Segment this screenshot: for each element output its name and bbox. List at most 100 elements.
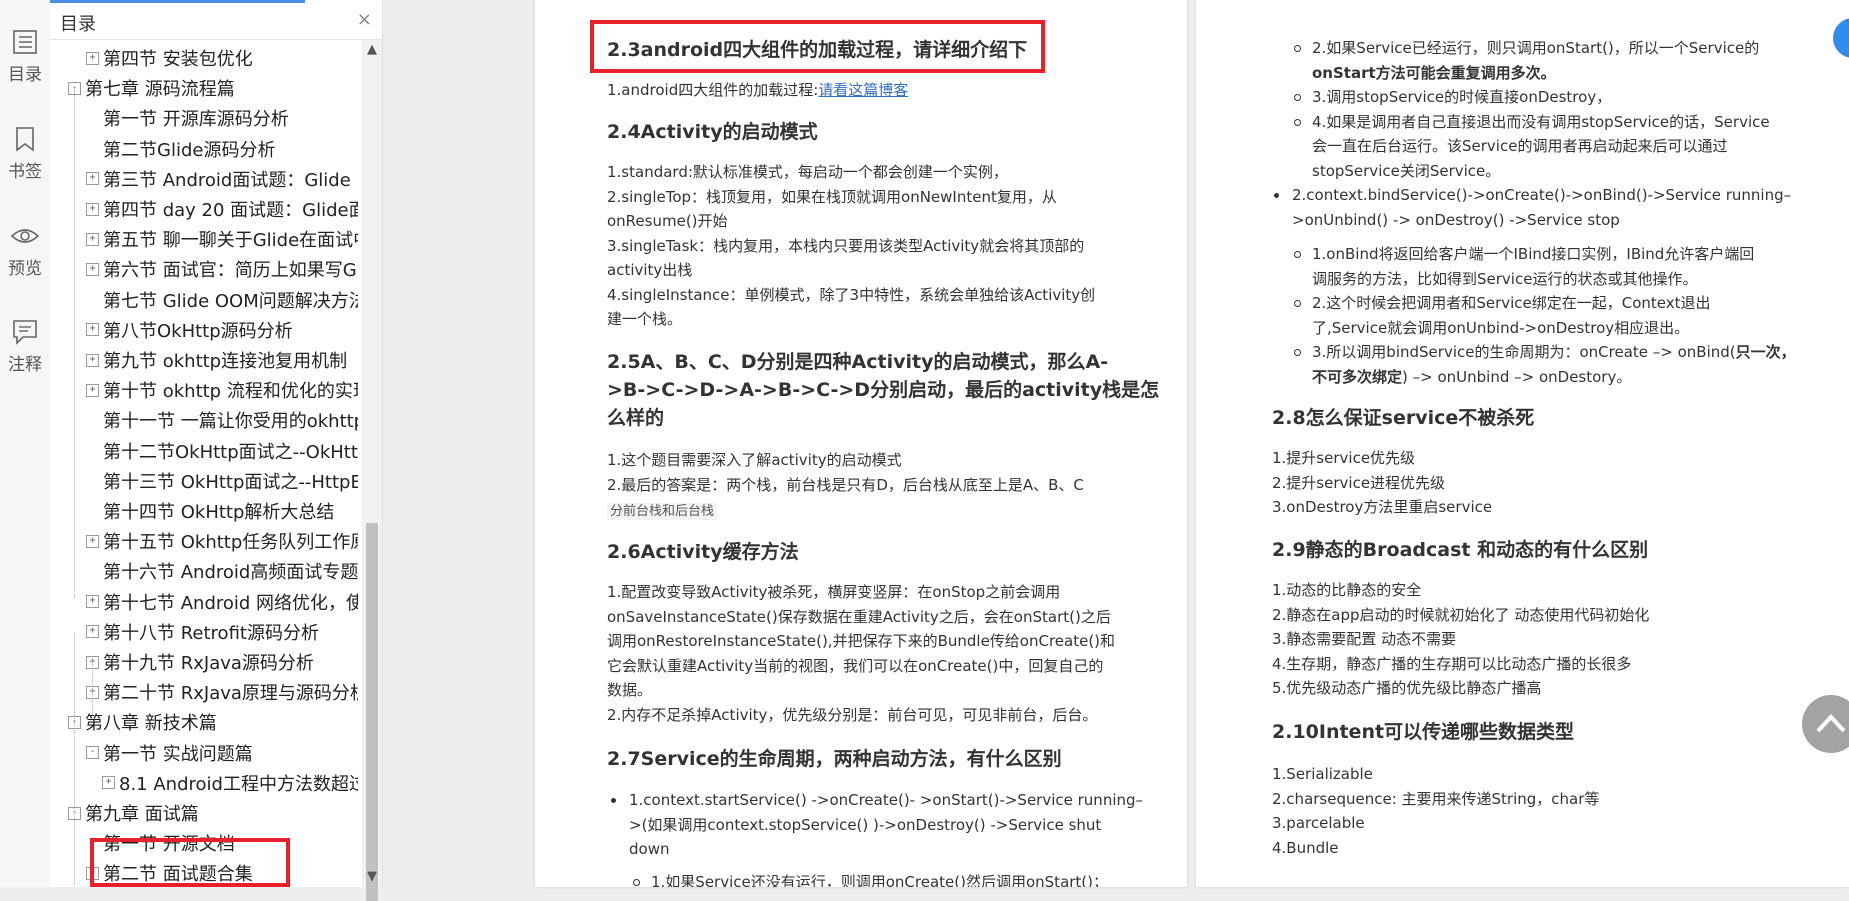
outline-item-label: 第十五节 Okhttp任务队列工作原理 (103, 532, 358, 554)
text-line: 调用onRestoreInstanceState(),并把保存下来的Bundle… (607, 632, 1116, 650)
text-line: 3.singleTask：栈内复用，本栈内只要用该类型Activity就会将其顶… (607, 236, 1085, 255)
outline-item[interactable]: + 第二节 面试题合集 (86, 860, 358, 887)
list-item: 4.如果是调用者自己直接退出而没有调用stopService的话，Service… (1290, 110, 1810, 184)
outline-item-label: 第八章 新技术篇 (85, 713, 217, 735)
text-line: activity出栈 (607, 261, 693, 279)
outline-item[interactable]: 第十二节OkHttp面试之--OkHttp的整个异步请求流程 (86, 438, 358, 468)
outline-scrollbar[interactable]: ▲ ▼ (362, 40, 382, 901)
service-start-list: 2.如果Service已经运行，则只调用onStart()，所以一个Servic… (1290, 36, 1810, 183)
list-item: 2.这个时候会把调用者和Service绑定在一起，Context退出 了,Serv… (1290, 291, 1810, 340)
outline-item[interactable]: + 第十九节 RxJava源码分析 (86, 649, 358, 679)
outline-item-label: 第二节 面试题合集 (103, 864, 253, 886)
outline-item[interactable]: + 第二十节 RxJava原理与源码分析 (86, 679, 358, 709)
outline-item-label: 第五节 聊一聊关于Glide在面试中的那些事 (103, 230, 358, 252)
outline-item[interactable]: 第一节 开源文档 (86, 830, 358, 860)
expand-icon[interactable]: + (86, 202, 99, 216)
sub-list: 1.onBind将返回给客户端一个IBind接口实例，IBind允许客户端回 调服… (1290, 242, 1810, 389)
outline-item[interactable]: 第十四节 OkHttp解析大总结 (86, 498, 358, 528)
expand-icon[interactable]: + (86, 866, 99, 880)
text-line: 1.Serializable (1272, 765, 1373, 783)
collapse-icon[interactable]: - (86, 746, 99, 760)
blog-link[interactable]: 请看这篇博客 (818, 81, 908, 99)
outline-item-label: 第七节 Glide OOM问题解决方法汇总 (103, 290, 358, 312)
outline-item-label: 第十一节 一篇让你受用的okhttp分析 (103, 411, 358, 433)
scroll-up-icon[interactable]: ▲ (362, 40, 382, 60)
outline-item[interactable]: + 第四节 day 20 面试题：Glide面试题 (86, 196, 358, 226)
bookmark-tab[interactable]: 书签 (0, 125, 50, 182)
outline-item[interactable]: + 第三节 Android面试题：Glide (86, 166, 358, 196)
text-line: 1.这个题目需要深入了解activity的启动模式 (607, 451, 902, 469)
expand-icon[interactable]: + (86, 51, 99, 65)
outline-item[interactable]: + 第十七节 Android 网络优化，使用 HTTPDNS 优化 DNS (86, 589, 358, 619)
text-line: 4.Bundle (1272, 838, 1339, 857)
text-line: 5.优先级动态广播的优先级比静态广播高 (1272, 679, 1542, 697)
expand-icon[interactable]: + (86, 232, 99, 246)
scroll-down-icon[interactable]: ▼ (362, 867, 382, 887)
text-line: down (629, 840, 670, 858)
outline-item[interactable]: + 第五节 聊一聊关于Glide在面试中的那些事 (86, 226, 358, 256)
outline-item[interactable]: 第一节 开源库源码分析 (86, 105, 358, 135)
outline-item[interactable]: + 第十八节 Retrofit源码分析 (86, 619, 358, 649)
outline-item-label: 第六节 面试官：简历上如果写Glide，请注意 (103, 260, 358, 282)
text-line: 2.如果Service已经运行，则只调用onStart()，所以一个Servic… (1312, 39, 1760, 57)
outline-item-label: 第三节 Android面试题：Glide (103, 169, 351, 191)
outline-item[interactable]: 第十一节 一篇让你受用的okhttp分析 (86, 407, 358, 437)
expand-icon[interactable]: + (86, 262, 99, 276)
outline-item-label: 第一节 开源文档 (103, 834, 235, 856)
outline-item[interactable]: 第十六节 Android高频面试专题 - 架构篇 (86, 558, 358, 588)
outline-item-label: 第四节 day 20 面试题：Glide面试题 (103, 200, 358, 221)
text-line: >onUnbind() -> onDestroy() ->Service sto… (1292, 210, 1620, 229)
code-note: 分前台栈和后台栈 (607, 503, 718, 520)
text-line: 2.最后的答案是：两个栈，前台栈是只有D，后台栈从底至上是A、B、C (607, 475, 1084, 494)
outline-item[interactable]: - 第八章 新技术篇 (68, 709, 358, 739)
outline-item-label: 第一节 实战问题篇 (103, 743, 253, 765)
outline-item[interactable]: - 第七章 源码流程篇 (68, 75, 358, 105)
text-line: 1.standard:默认标准模式，每启动一个都会创建一个实例， (607, 163, 1008, 181)
back-to-top-button[interactable] (1802, 695, 1849, 753)
outline-item[interactable]: - 第一节 实战问题篇 (86, 740, 358, 770)
outline-item[interactable]: + 第十节 okhttp 流程和优化的实现 (86, 377, 358, 407)
text-line: 2.context.bindService()->onCreate()->onB… (1292, 186, 1792, 204)
expand-icon[interactable]: + (86, 353, 99, 367)
outline-item[interactable]: + 第八节OkHttp源码分析 (86, 317, 358, 347)
outline-item[interactable]: + 第九节 okhttp连接池复用机制 (86, 347, 358, 377)
outline-panel: 目录 × + 第四节 安装包优化 - 第七章 源码流程篇 第一节 开源库源码分析 第二节G… (50, 0, 383, 901)
outline-item[interactable]: 第十三节 OkHttp面试之--HttpEngine中的sendRequest方… (86, 468, 358, 498)
expand-icon[interactable]: + (86, 172, 99, 186)
list-item: 1.context.startService() ->onCreate()- >… (607, 788, 1167, 862)
expand-icon[interactable]: + (102, 776, 115, 790)
outline-item[interactable]: + 第四节 安装包优化 (86, 45, 358, 75)
outline-item[interactable]: + 第十五节 Okhttp任务队列工作原理 (86, 528, 358, 558)
toc-icon (13, 30, 37, 54)
expand-icon[interactable]: + (86, 323, 99, 337)
toc-tab[interactable]: 目录 (0, 28, 50, 85)
para-2-3-text: 1.android四大组件的加载过程: (607, 81, 819, 99)
text-line: 么样的 (607, 407, 665, 429)
tree-guide-line (74, 632, 75, 717)
text-line: 2.提升service进程优先级 (1272, 473, 1446, 492)
chevron-up-icon (1816, 714, 1846, 733)
close-icon[interactable]: × (357, 9, 372, 30)
outline-item[interactable]: 第二节Glide源码分析 (86, 136, 358, 166)
para-2-4: 1.standard:默认标准模式，每启动一个都会创建一个实例， 2.single… (607, 160, 1095, 332)
outline-item-label: 第十节 okhttp 流程和优化的实现 (103, 381, 358, 403)
expand-icon[interactable]: + (86, 534, 99, 548)
expand-icon[interactable]: + (86, 595, 99, 609)
outline-item-label: 第一节 开源库源码分析 (103, 109, 289, 131)
expand-icon[interactable]: + (86, 383, 99, 397)
preview-tab[interactable]: 预览 (0, 222, 50, 279)
annotation-tab[interactable]: 注释 (0, 318, 50, 375)
outline-item[interactable]: + 第六节 面试官：简历上如果写Glide，请注意 (86, 256, 358, 286)
text-line: onStart方法可能会重复调用多次。 (1312, 63, 1556, 82)
outline-item[interactable]: +8.1 Android工程中方法数超过65536解决方法 (102, 770, 358, 800)
text-segment: 3.所以调用bindService的生命周期为：onCreate –> onBi… (1312, 343, 1736, 361)
outline-item[interactable]: 第七节 Glide OOM问题解决方法汇总 (86, 287, 358, 317)
text-line: 调服务的方法，比如得到Service运行的状态或其他操作。 (1312, 269, 1698, 288)
outline-item[interactable]: - 第九章 面试篇 (68, 800, 358, 830)
expand-icon[interactable]: + (86, 625, 99, 639)
text-line: 1.提升service优先级 (1272, 449, 1416, 467)
bookmark-label: 书签 (8, 162, 42, 182)
outline-tree: + 第四节 安装包优化 - 第七章 源码流程篇第一节 开源库源码分析第二节Glide源… (50, 40, 358, 887)
heading-2-5: 2.5A、B、C、D分别是四种Activity的启动模式，那么A- >B->C->… (607, 348, 1159, 432)
scroll-thumb[interactable] (366, 523, 378, 901)
